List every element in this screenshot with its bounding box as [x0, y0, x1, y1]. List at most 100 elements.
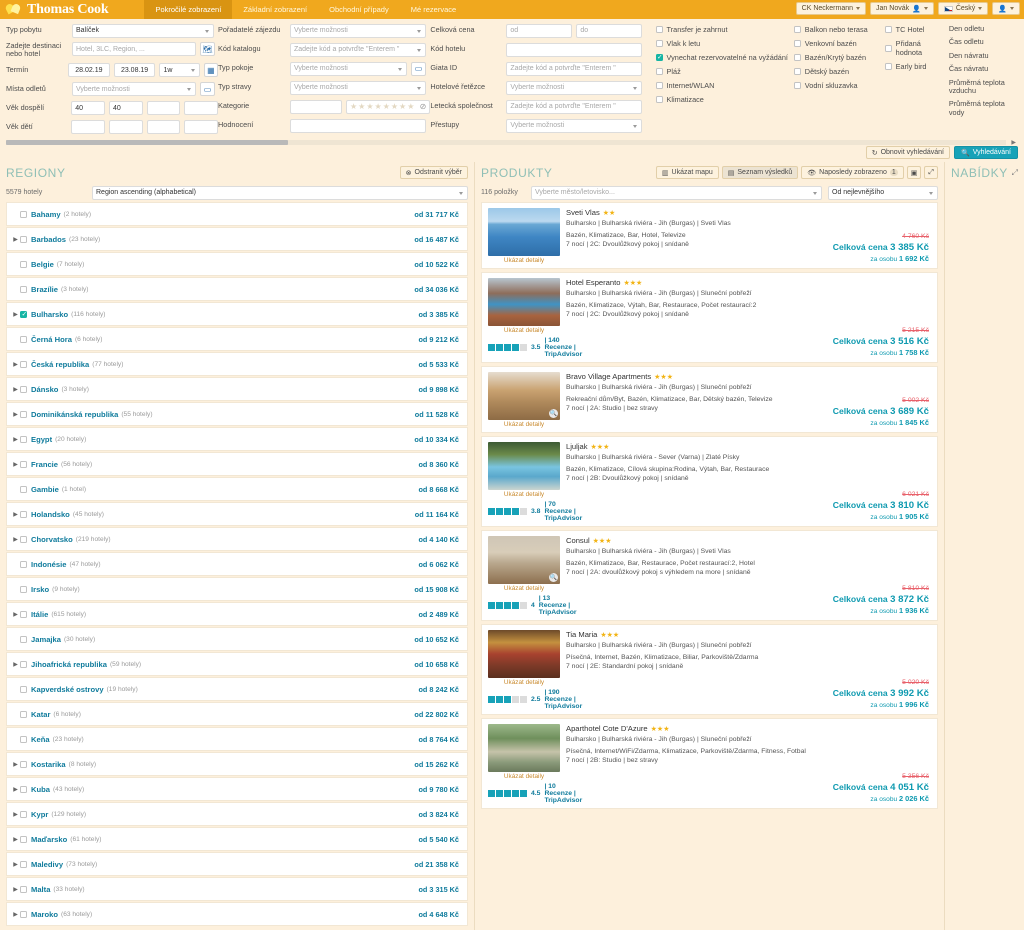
region-name[interactable]: Bahamy — [31, 210, 61, 219]
checkbox-box-checked[interactable] — [655, 53, 663, 61]
regions-sort-select[interactable]: Region ascending (alphabetical) — [92, 185, 468, 200]
show-details-link[interactable]: Ukázat detaily — [488, 773, 560, 780]
region-name[interactable]: Jamajka — [31, 635, 61, 644]
product-name[interactable]: Tia Maria — [566, 630, 597, 639]
region-checkbox[interactable] — [20, 485, 27, 493]
rating-input[interactable] — [290, 118, 426, 133]
show-details-link[interactable]: Ukázat detaily — [488, 679, 560, 686]
board-type-select[interactable]: Vyberte možnosti — [290, 80, 426, 95]
horizontal-scrollbar[interactable]: ▶ — [6, 138, 1018, 146]
product-card[interactable]: 🔍 Ukázat detaily Bravo Village Apartments ★… — [481, 365, 938, 433]
region-checkbox[interactable] — [20, 685, 27, 693]
product-thumbnail-wrap[interactable]: 🔍 Ukázat detaily 4 | 13 Recenze | TripAdvis… — [488, 535, 577, 616]
catalog-code-select[interactable]: Zadejte kód a potvrďte "Enterem " — [290, 42, 426, 57]
region-row[interactable]: ▶ Egypt (20 hotely) od 10 334 Kč — [6, 426, 468, 452]
airline-input[interactable]: Zadejte kód a potvrďte "Enterem " — [506, 99, 643, 114]
clear-stars-icon[interactable]: ⊘ — [420, 102, 427, 111]
region-checkbox[interactable] — [20, 410, 27, 418]
checkbox-box[interactable] — [655, 96, 663, 103]
star-icon[interactable]: ★ — [383, 102, 390, 111]
region-checkbox[interactable] — [20, 285, 27, 293]
regions-list[interactable]: Bahamy (2 hotely) od 31 717 Kč ▶ Barbados (23… — [0, 201, 474, 930]
scroll-right-icon[interactable]: ▶ — [1011, 139, 1016, 146]
show-details-link[interactable]: Ukázat detaily — [488, 491, 560, 498]
product-card[interactable]: Ukázat detaily 4.5 | 10 Recenze | TripAdvi… — [481, 717, 938, 809]
date-to-input[interactable]: 23.08.19 — [113, 63, 156, 78]
zoom-icon[interactable]: 🔍 — [549, 572, 558, 582]
checkbox-box[interactable] — [793, 82, 801, 89]
expand-arrow-icon[interactable]: ▶ — [11, 811, 20, 818]
tour-operators-select[interactable]: Vyberte možnosti — [290, 23, 426, 38]
region-row[interactable]: ▶ Itálie (615 hotely) od 2 489 Kč — [6, 601, 468, 627]
checkbox-box[interactable] — [793, 40, 801, 47]
region-checkbox[interactable] — [20, 460, 27, 468]
checkbox-transfer-included[interactable]: Transfer je zahrnut — [655, 25, 794, 34]
region-checkbox[interactable] — [20, 860, 27, 868]
region-checkbox[interactable] — [20, 535, 27, 543]
expand-arrow-icon[interactable]: ▶ — [11, 511, 20, 518]
region-name[interactable]: Brazílie — [31, 285, 58, 294]
checkbox-air-conditioning[interactable]: Klimatizace — [655, 95, 794, 104]
region-name[interactable]: Kuba — [31, 785, 50, 794]
show-details-link[interactable]: Ukázat detaily — [488, 327, 560, 334]
region-name[interactable]: Belgie — [31, 260, 54, 269]
expand-arrow-icon[interactable]: ▶ — [11, 786, 20, 793]
tab-basic-view[interactable]: Základní zobrazení — [232, 0, 318, 19]
region-name[interactable]: Barbados — [31, 235, 66, 244]
product-image[interactable]: 🔍 — [488, 535, 560, 584]
region-name[interactable]: Česká republika — [31, 360, 89, 369]
region-row[interactable]: ▶ Maledivy (73 hotely) od 21 358 Kč — [6, 851, 468, 877]
product-card[interactable]: Ukázat detaily Sveti Vlas ★★ Bulharsko | Bu… — [481, 201, 938, 269]
region-name[interactable]: Kypr — [31, 810, 48, 819]
checkbox-box[interactable] — [793, 26, 801, 33]
expand-arrow-icon[interactable]: ▶ — [11, 361, 20, 368]
region-checkbox[interactable] — [20, 310, 27, 318]
date-from-input[interactable]: 28.02.19 — [68, 63, 110, 78]
product-card[interactable]: Ukázat detaily 2.5 | 190 Recenze | TripAdv… — [481, 623, 938, 715]
region-name[interactable]: Malta — [31, 885, 50, 894]
checkbox-box[interactable] — [884, 26, 892, 33]
tab-business-cases[interactable]: Obchodní případy — [318, 0, 400, 19]
region-checkbox[interactable] — [20, 235, 27, 243]
language-selector[interactable]: Český — [937, 2, 989, 15]
region-checkbox[interactable] — [20, 435, 27, 443]
region-checkbox[interactable] — [20, 510, 27, 518]
region-row[interactable]: ▶ Kuba (43 hotely) od 9 780 Kč — [6, 776, 468, 802]
region-row[interactable]: ▶ Barbados (23 hotely) od 16 487 Kč — [6, 226, 468, 252]
region-checkbox[interactable] — [20, 610, 27, 618]
region-row[interactable]: ▶ Francie (56 hotely) od 8 360 Kč — [6, 451, 468, 477]
tab-my-reservations[interactable]: Mé rezervace — [400, 0, 467, 19]
region-row[interactable]: Katar (6 hotely) od 22 802 Kč — [6, 701, 468, 727]
region-row[interactable]: ▶ Česká republika (77 hotely) od 5 533 Kč — [6, 351, 468, 377]
star-icon[interactable]: ★ — [399, 102, 406, 111]
expand-arrow-icon[interactable]: ▶ — [11, 911, 20, 918]
region-row[interactable]: Irsko (9 hotely) od 15 908 Kč — [6, 576, 468, 602]
product-image[interactable] — [488, 723, 560, 772]
region-name[interactable]: Itálie — [31, 610, 48, 619]
region-name[interactable]: Bulharsko — [31, 310, 68, 319]
expand-arrow-icon[interactable]: ▶ — [11, 861, 20, 868]
adult-age-3-input[interactable] — [146, 101, 181, 116]
checkbox-tc-hotel[interactable]: TC Hotel — [884, 25, 949, 34]
account-menu[interactable]: 👤 — [992, 2, 1020, 15]
expand-arrow-icon[interactable]: ▶ — [11, 536, 20, 543]
product-image[interactable] — [488, 277, 560, 326]
adult-age-2-input[interactable]: 40 — [108, 101, 143, 116]
product-image[interactable] — [488, 207, 560, 256]
region-checkbox[interactable] — [20, 710, 27, 718]
scrollbar-thumb[interactable] — [6, 139, 288, 145]
hotel-code-input[interactable] — [506, 42, 643, 57]
region-checkbox[interactable] — [20, 885, 27, 893]
destination-input[interactable]: Hotel, 3LC, Region, ... — [72, 42, 196, 56]
region-row[interactable]: ▶ Kostarika (8 hotely) od 15 262 Kč — [6, 751, 468, 777]
region-checkbox[interactable] — [20, 335, 27, 343]
region-checkbox[interactable] — [20, 735, 27, 743]
child-age-3-input[interactable] — [146, 120, 181, 135]
checkbox-internet-wlan[interactable]: Internet/WLAN — [655, 81, 794, 90]
product-thumbnail-wrap[interactable]: 🔍 Ukázat detaily — [488, 371, 560, 428]
region-name[interactable]: Černá Hora — [31, 335, 72, 344]
brand[interactable]: Thomas Cook — [0, 2, 116, 18]
region-row[interactable]: Jamajka (30 hotely) od 10 652 Kč — [6, 626, 468, 652]
map-icon[interactable]: 🗺 — [200, 42, 215, 56]
region-checkbox[interactable] — [20, 635, 27, 643]
